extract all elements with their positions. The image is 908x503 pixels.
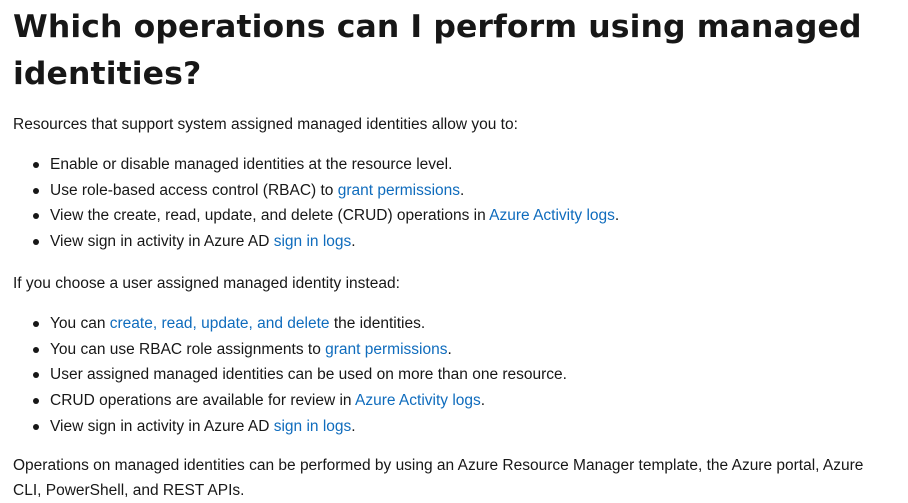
azure-activity-logs-link[interactable]: Azure Activity logs xyxy=(489,207,615,224)
list-item-text-end: . xyxy=(351,233,356,251)
sign-in-logs-link[interactable]: sign in logs xyxy=(274,233,352,250)
list-item-text: View the create, read, update, and delet… xyxy=(50,207,490,225)
list-item: View the create, read, update, and delet… xyxy=(13,203,908,229)
grant-permissions-link[interactable]: grant permissions xyxy=(325,341,447,358)
list-item: User assigned managed identities can be … xyxy=(13,362,908,388)
list-item-text-end: . xyxy=(447,340,452,358)
list-item: View sign in activity in Azure AD sign i… xyxy=(13,229,908,255)
bullet-icon xyxy=(33,423,39,430)
bullet-icon xyxy=(33,372,39,379)
sign-in-logs-link[interactable]: sign in logs xyxy=(274,418,352,435)
list-item-text: You can use RBAC role assignments to xyxy=(50,340,326,358)
bullet-icon xyxy=(33,162,39,168)
list-item-text: CRUD operations are available for review… xyxy=(50,391,355,409)
page-title: Which operations can I perform using man… xyxy=(13,9,862,92)
list-item-text: You can xyxy=(50,314,110,332)
list-item-text: User assigned managed identities can be … xyxy=(50,366,567,384)
bullet-icon xyxy=(33,213,39,220)
crud-identities-link[interactable]: create, read, update, and delete xyxy=(110,315,330,332)
list-item-text: Use role-based access control (RBAC) to xyxy=(50,181,338,199)
grant-permissions-link[interactable]: grant permissions xyxy=(338,182,460,199)
list-item-text-end: the identities. xyxy=(329,314,426,332)
user-assigned-intro: If you choose a user assigned managed id… xyxy=(13,274,400,292)
list-item-text: Enable or disable managed identities at … xyxy=(50,156,453,173)
list-item-text-end: . xyxy=(480,391,486,409)
system-assigned-intro: Resources that support system assigned m… xyxy=(13,116,518,133)
list-item: Enable or disable managed identities at … xyxy=(13,152,908,178)
list-item: View sign in activity in Azure AD sign i… xyxy=(13,414,908,440)
user-assigned-list: You can create, read, update, and delete… xyxy=(13,311,908,440)
bullet-icon xyxy=(33,346,39,353)
article-content: Which operations can I perform using man… xyxy=(0,0,908,503)
closing-paragraph: Operations on managed identities can be … xyxy=(13,457,864,500)
list-item: You can create, read, update, and delete… xyxy=(13,311,908,337)
bullet-icon xyxy=(33,239,39,246)
list-item-text: View sign in activity in Azure AD xyxy=(50,233,274,251)
list-item-text-end: . xyxy=(614,207,620,225)
system-assigned-list: Enable or disable managed identities at … xyxy=(13,152,908,255)
list-item: You can use RBAC role assignments to gra… xyxy=(13,337,908,363)
list-item: Use role-based access control (RBAC) to … xyxy=(13,178,908,204)
bullet-icon xyxy=(33,320,39,327)
list-item-text-end: . xyxy=(351,417,356,435)
list-item: CRUD operations are available for review… xyxy=(13,388,908,414)
bullet-icon xyxy=(33,397,39,404)
bullet-icon xyxy=(33,187,39,194)
azure-activity-logs-link[interactable]: Azure Activity logs xyxy=(355,392,481,409)
list-item-text: View sign in activity in Azure AD xyxy=(50,417,274,435)
list-item-text-end: . xyxy=(460,181,465,199)
